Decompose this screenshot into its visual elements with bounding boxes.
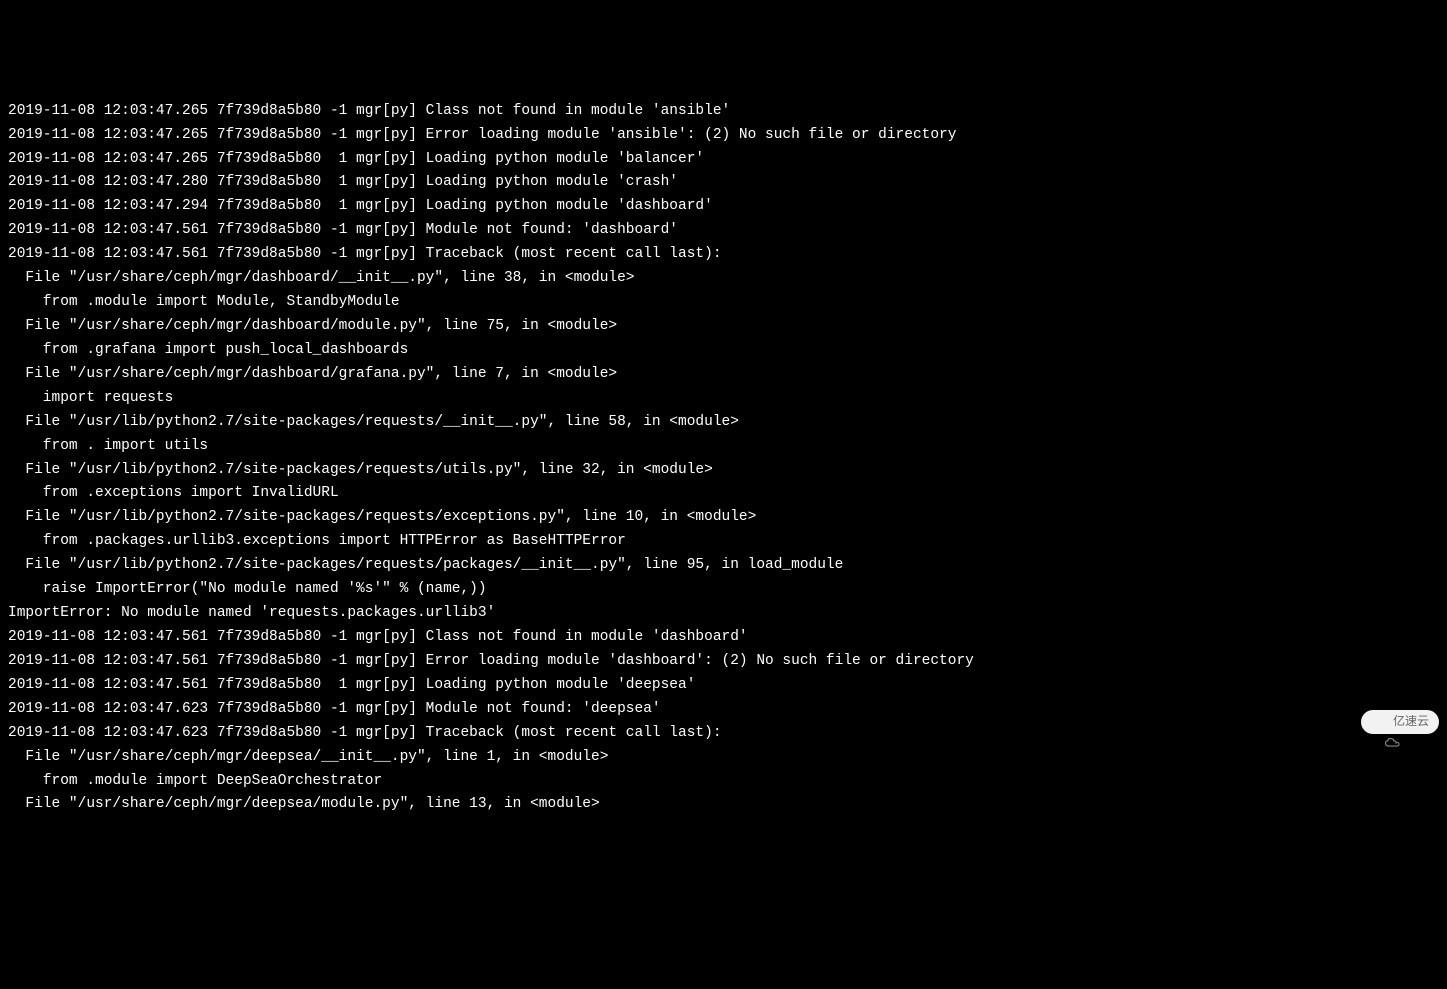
watermark-text: 亿速云	[1393, 712, 1429, 732]
log-line: 2019-11-08 12:03:47.623 7f739d8a5b80 -1 …	[8, 698, 1439, 722]
log-line: File "/usr/share/ceph/mgr/deepsea/__init…	[8, 746, 1439, 770]
log-line: File "/usr/lib/python2.7/site-packages/r…	[8, 459, 1439, 483]
log-line: 2019-11-08 12:03:47.561 7f739d8a5b80 1 m…	[8, 674, 1439, 698]
log-line: 2019-11-08 12:03:47.265 7f739d8a5b80 1 m…	[8, 148, 1439, 172]
log-line: import requests	[8, 387, 1439, 411]
cloud-icon	[1371, 716, 1389, 728]
log-line: from . import utils	[8, 435, 1439, 459]
log-line: from .packages.urllib3.exceptions import…	[8, 530, 1439, 554]
log-line: raise ImportError("No module named '%s'"…	[8, 578, 1439, 602]
log-line: 2019-11-08 12:03:47.561 7f739d8a5b80 -1 …	[8, 626, 1439, 650]
log-line: 2019-11-08 12:03:47.265 7f739d8a5b80 -1 …	[8, 100, 1439, 124]
log-line: 2019-11-08 12:03:47.561 7f739d8a5b80 -1 …	[8, 243, 1439, 267]
log-line: File "/usr/share/ceph/mgr/dashboard/graf…	[8, 363, 1439, 387]
log-line: from .grafana import push_local_dashboar…	[8, 339, 1439, 363]
log-line: File "/usr/share/ceph/mgr/dashboard/__in…	[8, 267, 1439, 291]
log-line: from .module import DeepSeaOrchestrator	[8, 770, 1439, 794]
log-line: 2019-11-08 12:03:47.265 7f739d8a5b80 -1 …	[8, 124, 1439, 148]
log-line: 2019-11-08 12:03:47.561 7f739d8a5b80 -1 …	[8, 219, 1439, 243]
log-line: File "/usr/lib/python2.7/site-packages/r…	[8, 554, 1439, 578]
log-line: 2019-11-08 12:03:47.280 7f739d8a5b80 1 m…	[8, 171, 1439, 195]
log-line: File "/usr/lib/python2.7/site-packages/r…	[8, 506, 1439, 530]
log-line: 2019-11-08 12:03:47.561 7f739d8a5b80 -1 …	[8, 650, 1439, 674]
log-line: 2019-11-08 12:03:47.294 7f739d8a5b80 1 m…	[8, 195, 1439, 219]
log-line: File "/usr/lib/python2.7/site-packages/r…	[8, 411, 1439, 435]
log-line: File "/usr/share/ceph/mgr/deepsea/module…	[8, 793, 1439, 817]
terminal-output[interactable]: 2019-11-08 12:03:47.265 7f739d8a5b80 -1 …	[8, 100, 1439, 818]
watermark-badge: 亿速云	[1361, 710, 1439, 734]
log-line: File "/usr/share/ceph/mgr/dashboard/modu…	[8, 315, 1439, 339]
log-line: from .module import Module, StandbyModul…	[8, 291, 1439, 315]
log-line: ImportError: No module named 'requests.p…	[8, 602, 1439, 626]
log-line: from .exceptions import InvalidURL	[8, 482, 1439, 506]
